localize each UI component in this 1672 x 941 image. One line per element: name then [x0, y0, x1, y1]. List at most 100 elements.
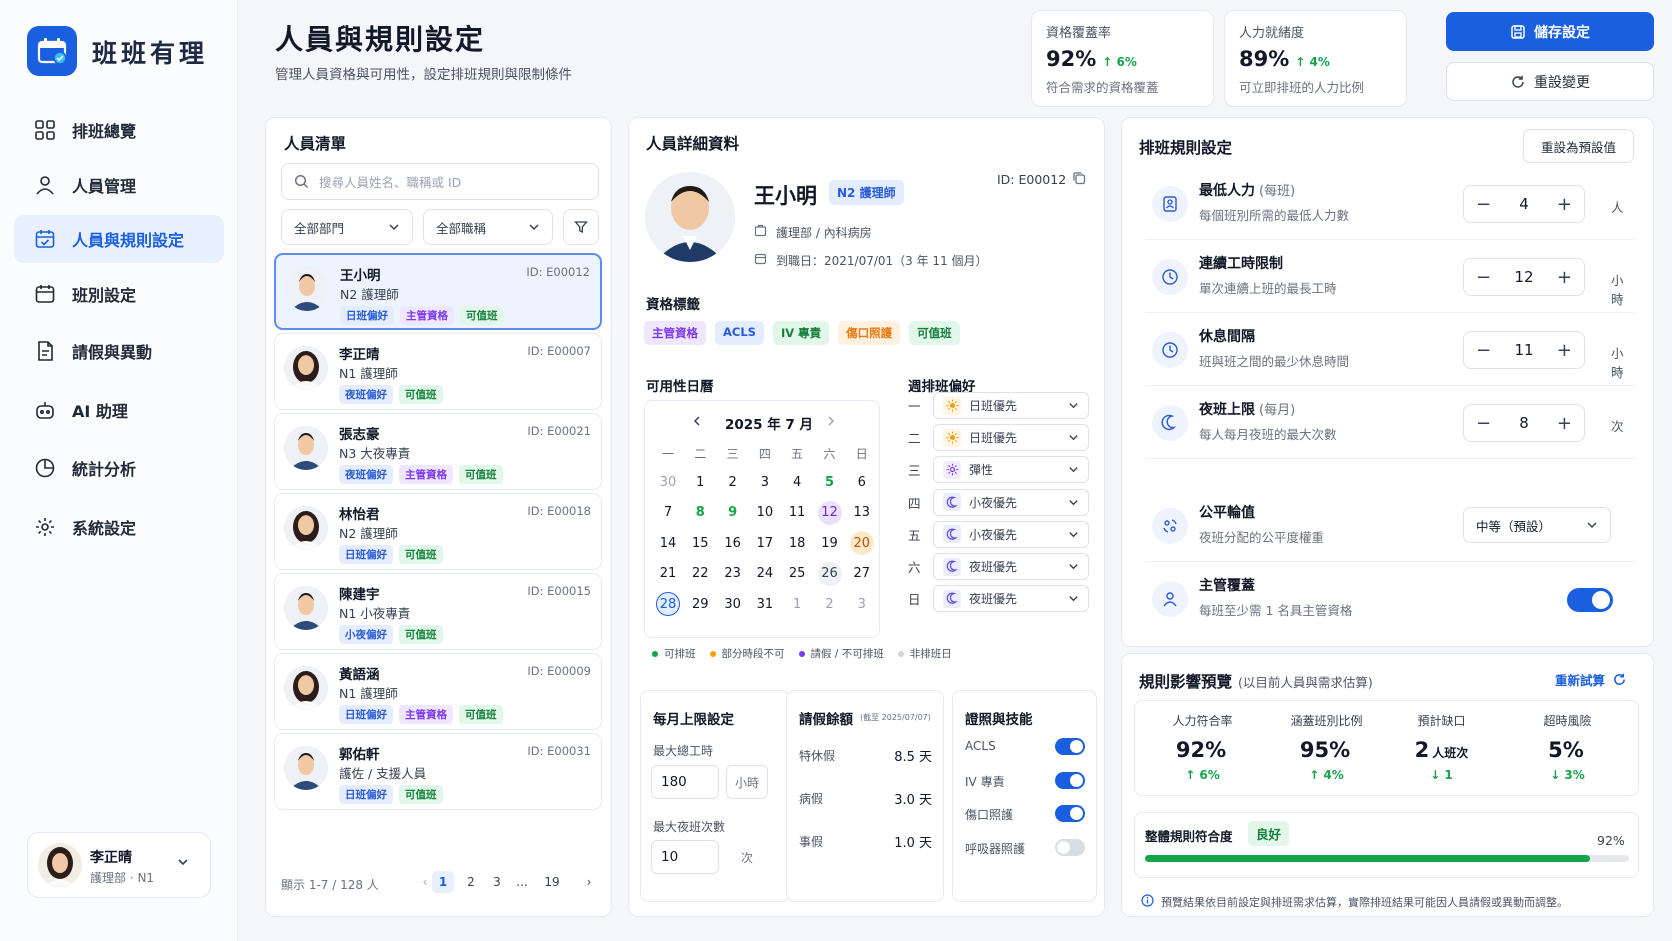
next-month-icon[interactable]: [825, 415, 837, 431]
calendar-day[interactable]: 31: [753, 592, 777, 616]
next-page-button[interactable]: ›: [578, 871, 600, 893]
chevron-down-icon[interactable]: [176, 855, 190, 873]
list-item[interactable]: 黃語涵 N1 護理師 ID: E00009 日班偏好 主管資格 可值班: [274, 653, 602, 730]
calendar-day[interactable]: 2: [721, 470, 745, 494]
minus-button[interactable]: −: [1476, 340, 1491, 361]
calendar-day[interactable]: 21: [656, 562, 680, 586]
rule-stepper[interactable]: − 12 +: [1463, 258, 1585, 296]
nav-item-grid[interactable]: 排班總覽: [14, 106, 224, 154]
plus-button[interactable]: +: [1557, 267, 1572, 288]
calendar-day[interactable]: 8: [688, 501, 712, 525]
supervisor-toggle[interactable]: [1567, 588, 1613, 612]
calendar-day[interactable]: 25: [785, 562, 809, 586]
rule-stepper[interactable]: − 8 +: [1463, 404, 1585, 442]
availability-calendar-title: 可用性日曆: [646, 379, 714, 395]
nav-item-gear[interactable]: 系統設定: [14, 503, 224, 551]
metric-number: 92%: [1175, 738, 1227, 762]
rule-stepper[interactable]: − 11 +: [1463, 331, 1585, 369]
recalculate-button[interactable]: 重新試算: [1555, 670, 1627, 689]
nav-item-user[interactable]: 人員管理: [14, 161, 224, 209]
calendar-day[interactable]: 13: [850, 501, 874, 525]
calendar-day[interactable]: 9: [721, 501, 745, 525]
calendar-day[interactable]: 17: [753, 531, 777, 555]
calendar-day[interactable]: 12: [817, 500, 842, 525]
minus-button[interactable]: −: [1476, 413, 1491, 434]
nav-item-calendar[interactable]: 班別設定: [14, 270, 224, 318]
calendar-day[interactable]: 24: [753, 562, 777, 586]
current-user-card[interactable]: 李正晴 護理部 · N1: [27, 832, 211, 898]
save-settings-button[interactable]: 儲存設定: [1446, 12, 1654, 51]
title-filter[interactable]: 全部職稱: [423, 209, 553, 245]
plus-button[interactable]: +: [1557, 194, 1572, 215]
nav-item-robot[interactable]: AI 助理: [14, 386, 224, 434]
nav-item-pie-chart[interactable]: 統計分析: [14, 444, 224, 492]
plus-button[interactable]: +: [1557, 340, 1572, 361]
calendar-day[interactable]: 30: [721, 592, 745, 616]
calendar-day[interactable]: 16: [721, 531, 745, 555]
calendar-day[interactable]: 4: [785, 470, 809, 494]
person-name: 李正晴: [339, 347, 380, 363]
rule-stepper[interactable]: − 4 +: [1463, 185, 1585, 223]
filter-button[interactable]: [563, 209, 599, 245]
preference-select[interactable]: 夜班優先: [933, 553, 1089, 580]
list-item[interactable]: 林怡君 N2 護理師 ID: E00018 日班偏好 可值班: [274, 493, 602, 570]
copy-icon[interactable]: [1072, 171, 1086, 189]
preference-select[interactable]: 日班優先: [933, 424, 1089, 452]
nav-item-label: 系統設定: [72, 519, 137, 538]
max-nights-input[interactable]: 10: [651, 840, 719, 874]
calendar-day[interactable]: 5: [818, 470, 842, 494]
preference-select[interactable]: 日班優先: [933, 392, 1089, 419]
certification-toggle[interactable]: [1055, 738, 1085, 755]
list-item[interactable]: 王小明 N2 護理師 ID: E00012 日班偏好 主管資格 可值班: [274, 253, 602, 330]
prev-month-icon[interactable]: [691, 415, 703, 431]
list-item[interactable]: 張志豪 N3 大夜專責 ID: E00021 夜班偏好 主管資格 可值班: [274, 413, 602, 490]
department-filter[interactable]: 全部部門: [281, 209, 413, 245]
calendar-day[interactable]: 23: [721, 562, 745, 586]
calendar-day[interactable]: 10: [753, 501, 777, 525]
calendar-day[interactable]: 28: [656, 592, 680, 616]
page-2[interactable]: 2: [460, 871, 482, 893]
calendar-day[interactable]: 1: [785, 592, 809, 616]
preference-select[interactable]: 小夜優先: [933, 520, 1089, 548]
list-item[interactable]: 陳建宇 N1 小夜專責 ID: E00015 小夜偏好 可值班: [274, 573, 602, 650]
calendar-day[interactable]: 20: [849, 531, 874, 555]
nav-item-calendar-check[interactable]: 人員與規則設定: [14, 215, 224, 263]
calendar-day[interactable]: 3: [850, 592, 874, 616]
preference-select[interactable]: 夜班優先: [933, 585, 1089, 613]
minus-button[interactable]: −: [1476, 267, 1491, 288]
certification-toggle[interactable]: [1055, 838, 1085, 856]
calendar-day[interactable]: 14: [656, 531, 680, 555]
calendar-day[interactable]: 26: [817, 561, 842, 586]
calendar-day[interactable]: 7: [656, 501, 680, 525]
minus-button[interactable]: −: [1476, 194, 1491, 215]
fairness-select[interactable]: 中等（預設）: [1463, 507, 1611, 543]
preference-select[interactable]: 彈性: [933, 456, 1089, 484]
search-input[interactable]: 搜尋人員姓名、職稱或 ID: [281, 163, 599, 200]
page-3[interactable]: 3: [486, 871, 508, 893]
nav-item-document[interactable]: 請假與異動: [14, 327, 224, 375]
calendar-day[interactable]: 18: [785, 531, 809, 555]
page-19[interactable]: 19: [541, 871, 563, 893]
reset-default-button[interactable]: 重設為預設值: [1523, 129, 1634, 163]
calendar-day[interactable]: 27: [850, 562, 874, 586]
calendar-day[interactable]: 3: [753, 470, 777, 494]
calendar-day[interactable]: 22: [688, 562, 712, 586]
compliance-label: 整體規則符合度: [1145, 829, 1233, 844]
max-hours-input[interactable]: 180: [651, 765, 719, 799]
page-1[interactable]: 1: [432, 871, 454, 893]
calendar-day[interactable]: 2: [818, 592, 842, 616]
list-item[interactable]: 李正晴 N1 護理師 ID: E00007 夜班偏好 可值班: [274, 333, 602, 410]
calendar-day[interactable]: 11: [785, 501, 809, 525]
preference-select[interactable]: 小夜優先: [933, 488, 1089, 516]
reset-changes-button[interactable]: 重設變更: [1446, 62, 1654, 101]
certification-toggle[interactable]: [1055, 805, 1085, 822]
plus-button[interactable]: +: [1557, 413, 1572, 434]
calendar-day[interactable]: 19: [818, 531, 842, 555]
list-item[interactable]: 郭佑軒 護佐 / 支援人員 ID: E00031 日班偏好 可值班: [274, 733, 602, 810]
certification-toggle[interactable]: [1055, 771, 1085, 789]
rule-title-text: 連續工時限制: [1199, 256, 1283, 272]
calendar-day[interactable]: 6: [850, 470, 874, 494]
calendar-day[interactable]: 30: [656, 470, 680, 494]
rule-supervisor: 主管覆蓋 每班至少需 1 名具主管資格: [1145, 563, 1635, 635]
calendar-icon: [35, 285, 55, 303]
